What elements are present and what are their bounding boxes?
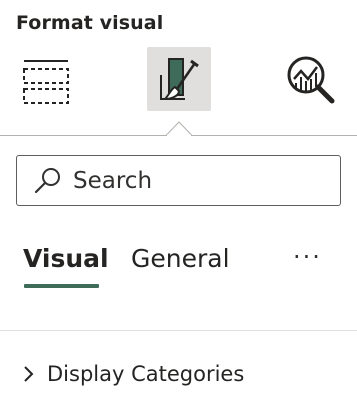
pane-title: Format visual (16, 12, 164, 34)
section-label: Display Categories (47, 362, 245, 386)
analytics-button[interactable] (282, 52, 342, 110)
format-paintbrush-icon (160, 58, 199, 101)
format-visual-button[interactable] (147, 47, 211, 111)
chevron-right-icon (16, 362, 40, 386)
format-visual-pane: Format visual Search Visual General ··· … (0, 0, 357, 411)
tab-visual[interactable]: Visual (23, 244, 109, 273)
active-pointer-notch (165, 121, 193, 137)
tab-visual-underline (24, 284, 99, 288)
fields-build-icon (23, 60, 69, 104)
search-input[interactable]: Search (16, 155, 341, 206)
build-visual-button[interactable] (16, 52, 76, 110)
search-icon (31, 165, 63, 197)
tab-general[interactable]: General (131, 244, 230, 273)
display-categories-section[interactable]: Display Categories (16, 357, 244, 391)
analytics-magnifier-icon (287, 56, 335, 104)
more-options-button[interactable]: ··· (293, 243, 322, 271)
section-divider (0, 330, 357, 331)
search-placeholder: Search (73, 167, 153, 194)
